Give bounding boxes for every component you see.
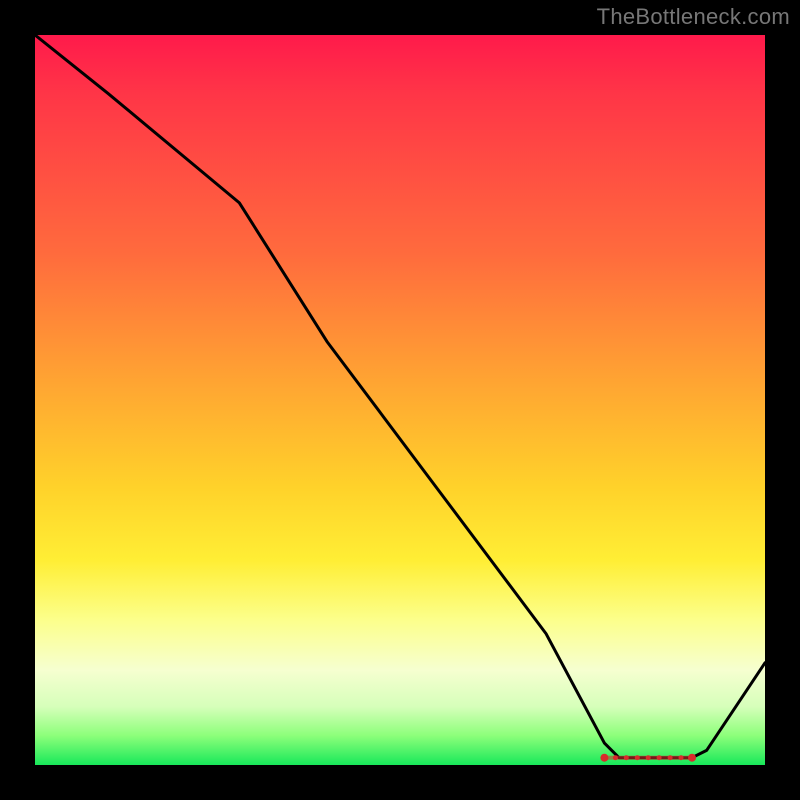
optimum-dot (635, 755, 640, 760)
watermark-text: TheBottleneck.com (597, 4, 790, 30)
optimum-dot (600, 754, 608, 762)
optimum-dot (613, 755, 618, 760)
chart-frame: TheBottleneck.com (0, 0, 800, 800)
optimum-dot (668, 755, 673, 760)
optimum-dot (657, 755, 662, 760)
optimum-dot (624, 755, 629, 760)
optimum-dot (646, 755, 651, 760)
optimum-dot (679, 755, 684, 760)
plot-area (35, 35, 765, 765)
optimum-dot (688, 754, 696, 762)
bottleneck-curve (35, 35, 765, 758)
curve-layer (35, 35, 765, 765)
